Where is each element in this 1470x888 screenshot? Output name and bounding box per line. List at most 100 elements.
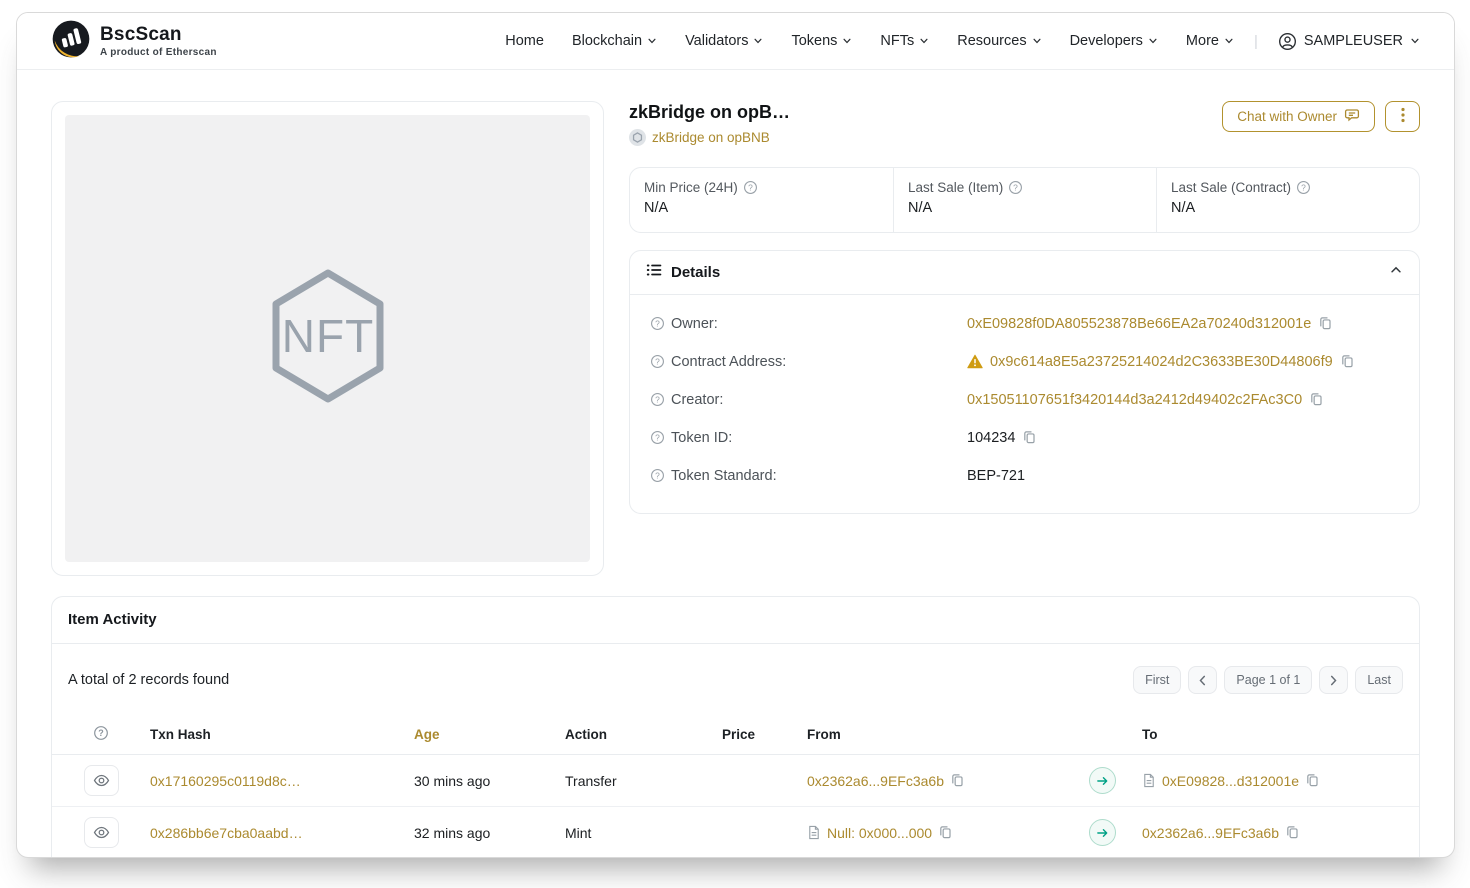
chevron-down-icon [842, 36, 852, 46]
from-address: Null: 0x000...000 [807, 825, 1062, 841]
direction-badge [1089, 819, 1116, 846]
nav-item-resources[interactable]: Resources [957, 33, 1041, 49]
col-price: Price [722, 727, 807, 742]
to-address-link[interactable]: 0x2362a6...9EFc3a6b [1142, 825, 1279, 841]
user-menu[interactable]: SAMPLEUSER [1278, 32, 1420, 51]
logo-tagline: A product of Etherscan [100, 47, 217, 58]
nav-item-label: Developers [1070, 33, 1143, 49]
activity-table-header: ? Txn Hash Age Action Price From To [52, 714, 1419, 755]
detail-value-link[interactable]: 0x15051107651f3420144d3a2412d49402c2FAc3… [967, 392, 1302, 408]
copy-icon [950, 773, 965, 788]
nav-item-more[interactable]: More [1186, 33, 1234, 49]
browser-window: BscScan A product of Etherscan Home Block… [16, 12, 1455, 858]
copy-button[interactable] [1305, 773, 1320, 788]
nav-item-validators[interactable]: Validators [685, 33, 763, 49]
detail-value-link[interactable]: 0xE09828f0DA805523878Be66EA2a70240d31200… [967, 316, 1311, 332]
nav-item-label: NFTs [880, 33, 914, 49]
contract-file-icon [1142, 773, 1156, 788]
svg-text:?: ? [1301, 182, 1306, 192]
item-activity-card: Item Activity A total of 2 records found… [51, 596, 1420, 858]
col-age-toggle[interactable]: Age [414, 727, 565, 742]
stat-last-sale-item: Last Sale (Item)? N/A [893, 168, 1156, 232]
nav-item-developers[interactable]: Developers [1070, 33, 1158, 49]
pagination-next-button[interactable] [1319, 666, 1348, 694]
detail-row-token-standard: ?Token Standard:BEP-721 [646, 457, 1403, 495]
item-activity-title: Item Activity [68, 611, 157, 628]
txn-hash-link[interactable]: 0x17160295c0119d8c… [150, 773, 414, 789]
chat-bubble-icon [1344, 107, 1360, 126]
more-options-button[interactable] [1385, 101, 1420, 132]
nav-item-home[interactable]: Home [505, 33, 544, 49]
nav-item-blockchain[interactable]: Blockchain [572, 33, 657, 49]
to-address-link[interactable]: 0xE09828...d312001e [1162, 773, 1299, 789]
help-icon[interactable]: ? [650, 392, 665, 407]
help-icon[interactable]: ? [650, 354, 665, 369]
col-txn-hash: Txn Hash [150, 727, 414, 742]
activity-row: 0x17160295c0119d8c…30 mins agoTransfer0x… [52, 755, 1419, 807]
details-body: ?Owner:0xE09828f0DA805523878Be66EA2a7024… [630, 295, 1419, 513]
detail-row-contract-address: ?Contract Address:0x9c614a8E5a2372521402… [646, 343, 1403, 381]
from-address-link[interactable]: Null: 0x000...000 [827, 825, 932, 841]
copy-button[interactable] [938, 825, 953, 840]
copy-button[interactable] [950, 773, 965, 788]
pagination-prev-button[interactable] [1188, 666, 1217, 694]
txn-hash-link[interactable]: 0x286bb6e7cba0aabd… [150, 825, 414, 841]
pagination-last-button[interactable]: Last [1355, 666, 1403, 694]
action-cell: Mint [565, 825, 722, 841]
nav-divider: | [1254, 33, 1258, 50]
help-icon[interactable]: ? [1008, 180, 1023, 195]
chevron-down-icon [1224, 36, 1234, 46]
help-icon[interactable]: ? [650, 430, 665, 445]
help-icon[interactable]: ? [743, 180, 758, 195]
stat-last-sale-contract: Last Sale (Contract)?N/A [1156, 168, 1419, 232]
copy-icon [1285, 825, 1300, 840]
nav-item-label: More [1186, 33, 1219, 49]
svg-text:NFT: NFT [281, 310, 373, 362]
bscscan-logo[interactable]: BscScan A product of Etherscan [51, 19, 217, 64]
help-icon[interactable]: ? [650, 468, 665, 483]
person-icon [1278, 32, 1297, 51]
price-stats-card: Min Price (24H)?N/ALast Sale (Item)?N/AL… [629, 167, 1420, 233]
to-address: 0x2362a6...9EFc3a6b [1142, 825, 1419, 841]
preview-tx-button[interactable] [84, 765, 119, 796]
detail-row-token-id: ?Token ID:104234 [646, 419, 1403, 457]
preview-tx-button[interactable] [84, 817, 119, 848]
stat-value: N/A [644, 200, 879, 216]
pagination-page-label[interactable]: Page 1 of 1 [1224, 666, 1312, 694]
warning-icon [967, 354, 983, 369]
top-nav-bar: BscScan A product of Etherscan Home Block… [17, 13, 1454, 70]
help-icon[interactable]: ? [650, 316, 665, 331]
arrow-right-icon [1096, 775, 1109, 787]
nft-media-card: NFT [51, 101, 604, 576]
copy-button[interactable] [1318, 316, 1333, 331]
from-address-link[interactable]: 0x2362a6...9EFc3a6b [807, 773, 944, 789]
nav-item-nfts[interactable]: NFTs [880, 33, 929, 49]
stat-label: Last Sale (Item) [908, 180, 1003, 195]
collection-link[interactable]: zkBridge on opBNB [629, 129, 790, 146]
eye-icon [93, 825, 110, 840]
copy-button[interactable] [1285, 825, 1300, 840]
copy-icon [1309, 392, 1324, 407]
nft-media-frame: NFT [65, 115, 590, 562]
nav-item-tokens[interactable]: Tokens [791, 33, 852, 49]
detail-value: BEP-721 [967, 468, 1025, 484]
help-icon[interactable]: ? [93, 725, 109, 744]
detail-row-owner: ?Owner:0xE09828f0DA805523878Be66EA2a7024… [646, 305, 1403, 343]
detail-value-link[interactable]: 0x9c614a8E5a23725214024d2C3633BE30D44806… [990, 354, 1333, 370]
pagination-first-button[interactable]: First [1133, 666, 1181, 694]
action-cell: Transfer [565, 773, 722, 789]
copy-button[interactable] [1340, 354, 1355, 369]
copy-icon [1022, 430, 1037, 445]
copy-button[interactable] [1022, 430, 1037, 445]
chevron-down-icon [1148, 36, 1158, 46]
from-address: 0x2362a6...9EFc3a6b [807, 773, 1062, 789]
copy-button[interactable] [1309, 392, 1324, 407]
details-collapse-header[interactable]: Details [630, 251, 1419, 295]
stat-value: N/A [908, 200, 1142, 216]
help-icon[interactable]: ? [1296, 180, 1311, 195]
item-activity-header: Item Activity [52, 597, 1419, 644]
chevron-down-icon [1410, 36, 1420, 46]
svg-text:?: ? [655, 318, 660, 328]
chat-with-owner-button[interactable]: Chat with Owner [1222, 101, 1375, 132]
main-nav: Home Blockchain Validators Tokens NFTs Resour… [505, 32, 1420, 51]
